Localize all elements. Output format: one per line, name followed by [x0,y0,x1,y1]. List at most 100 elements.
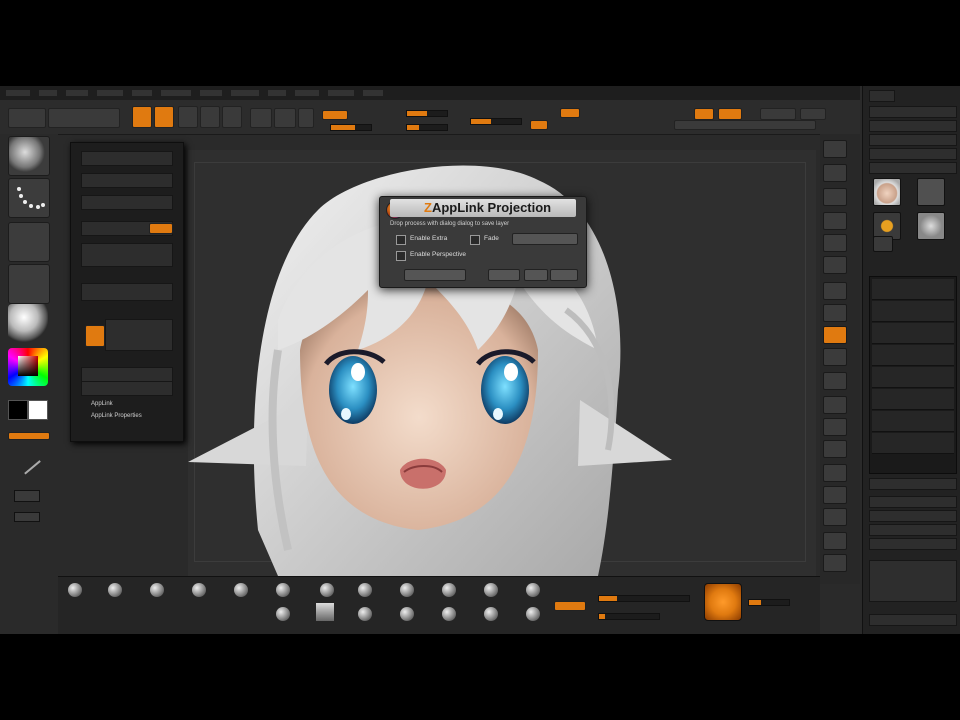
local-button[interactable] [823,326,847,344]
insert-button[interactable] [869,524,957,536]
menu-item[interactable] [231,90,259,96]
palette-toggle-button[interactable] [85,325,105,347]
import-button[interactable] [869,134,957,146]
frame-button[interactable] [823,372,847,390]
brush-curve-icon[interactable] [484,607,498,621]
scroll-button[interactable] [823,188,847,206]
brush-polish-icon[interactable] [484,583,498,597]
dialog-help-button[interactable] [550,269,578,281]
scale-button[interactable] [200,106,220,128]
dialog-ok-button[interactable] [488,269,520,281]
brush-mask-icon[interactable] [526,583,540,597]
move-view-button[interactable] [823,396,847,414]
menu-item[interactable] [200,90,222,96]
target-polygons-slider[interactable] [748,599,790,606]
menus-button[interactable] [760,108,796,120]
menu-item[interactable] [268,90,286,96]
zoom-button[interactable] [823,212,847,230]
menu-item[interactable] [328,90,354,96]
menu-item[interactable] [295,90,319,96]
subtool-item[interactable] [872,323,954,344]
focal-shift-slider[interactable] [406,124,448,131]
brush-hpolish-icon[interactable] [358,607,372,621]
append-button[interactable] [869,510,957,522]
menu-item[interactable] [97,90,123,96]
see-through-button[interactable] [718,108,742,120]
transp-button[interactable] [823,486,847,504]
tool-thumbnail-face[interactable] [873,178,901,206]
subtool-item[interactable] [872,433,954,454]
gizmo-icon[interactable] [14,490,40,502]
applink-properties-label[interactable]: AppLink Properties [91,413,142,419]
subtool-item[interactable] [872,301,954,322]
subtool-item[interactable] [872,411,954,432]
draw-button[interactable] [154,106,174,128]
merge-button[interactable] [869,614,957,626]
brush-smooth-icon[interactable] [358,583,372,597]
applink-label[interactable]: AppLink [91,401,113,407]
subtool-item[interactable] [872,367,954,388]
rotate-view-button[interactable] [823,440,847,458]
enable-perspective-checkbox[interactable] [396,251,406,261]
brush-pinch-icon[interactable] [320,583,334,597]
rgb-button[interactable] [274,108,296,128]
rgb-intensity-slider[interactable] [330,124,372,131]
brush-clay-icon[interactable] [150,583,164,597]
brush-move-icon[interactable] [108,583,122,597]
alpha-square-icon[interactable] [316,603,334,621]
rotate-button[interactable] [222,106,242,128]
subtool-item[interactable] [872,279,954,300]
xyz-button[interactable] [823,348,847,366]
projection-master-button[interactable] [8,108,46,128]
move-button[interactable] [178,106,198,128]
brush-standard-icon[interactable] [68,583,82,597]
palette-row[interactable] [81,381,173,396]
menu-item[interactable] [363,90,383,96]
resolution-slider[interactable] [598,595,690,602]
default-zscript-button[interactable] [674,120,816,130]
zadd-button[interactable] [322,110,348,120]
color-picker-icon[interactable] [8,348,48,386]
menu-item[interactable] [66,90,88,96]
fade-value-field[interactable] [512,233,578,245]
menu-item[interactable] [161,90,191,96]
bpr-button[interactable] [823,140,847,158]
solo-button[interactable] [823,532,847,550]
brush-snake-icon[interactable] [276,607,290,621]
scale-view-button[interactable] [823,418,847,436]
polish-slider[interactable] [598,613,660,620]
mrgb-button[interactable] [250,108,272,128]
brush-slash-icon[interactable] [442,607,456,621]
brush-tool-icon[interactable] [15,449,41,475]
goz-button[interactable] [869,162,957,174]
palette-row[interactable] [81,151,173,166]
spix-button[interactable] [823,164,847,182]
xpose-button[interactable] [823,554,847,572]
script-button[interactable] [800,108,826,120]
brush-insert-icon[interactable] [526,607,540,621]
palette-row[interactable] [81,195,173,210]
palette-row[interactable] [81,243,173,267]
lightbox-button[interactable] [48,108,120,128]
switch-color-button[interactable] [8,432,50,440]
palette-orange-button[interactable] [149,223,173,234]
palette-row[interactable] [105,319,173,351]
dialog-cancel-button[interactable] [524,269,548,281]
m-button[interactable] [298,108,314,128]
menu-item[interactable] [132,90,152,96]
copy-tool-button[interactable] [869,120,957,132]
tool-header[interactable] [869,90,895,102]
alpha-off-icon[interactable] [8,222,50,262]
actual-button[interactable] [823,234,847,252]
palette-row[interactable] [81,367,173,382]
dynamesh-button[interactable] [554,601,586,611]
brush-flatten-icon[interactable] [442,583,456,597]
polyf-button[interactable] [823,464,847,482]
activepoints-button[interactable] [560,108,580,118]
material-sphere-icon[interactable] [8,304,48,342]
texture-off-icon[interactable] [8,264,50,304]
split-button[interactable] [869,560,957,602]
persp-button[interactable] [823,282,847,300]
subtool-item[interactable] [872,345,954,366]
brush-sphere-icon[interactable] [8,136,50,176]
